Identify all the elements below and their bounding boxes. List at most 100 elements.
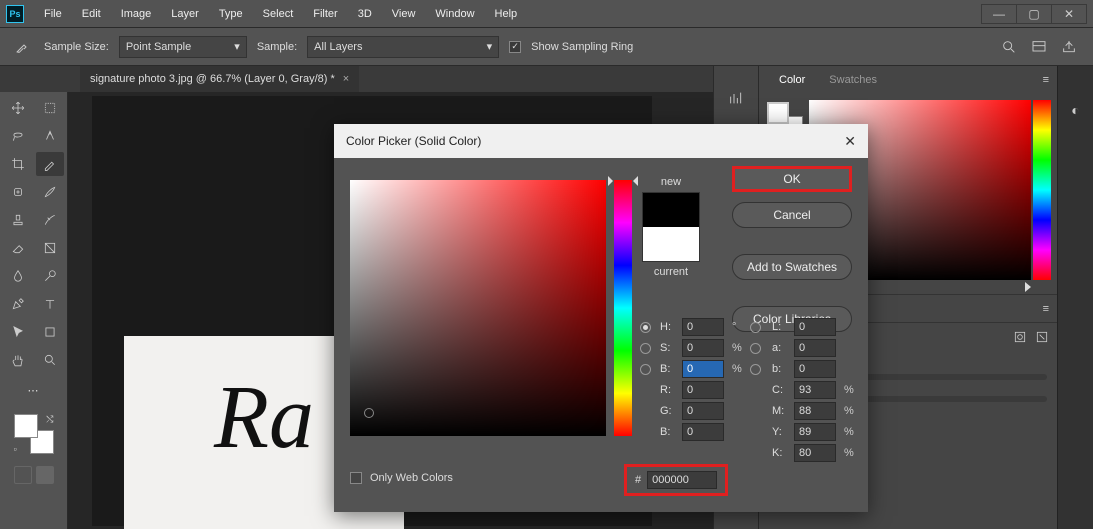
stamp-tool[interactable]	[4, 208, 32, 232]
input-labb[interactable]	[794, 360, 836, 378]
input-blue[interactable]	[682, 423, 724, 441]
panel-menu-icon[interactable]: ≡	[1043, 74, 1049, 86]
menu-filter[interactable]: Filter	[303, 8, 347, 20]
creative-cloud-icon[interactable]: ◐	[1066, 100, 1086, 120]
menu-layer[interactable]: Layer	[161, 8, 209, 20]
foreground-swatch[interactable]	[14, 414, 38, 438]
cancel-button[interactable]: Cancel	[732, 202, 852, 228]
input-c[interactable]	[794, 381, 836, 399]
window-maximize-button[interactable]: ▢	[1016, 4, 1052, 24]
radio-s[interactable]	[640, 343, 651, 354]
gradient-tool[interactable]	[36, 236, 64, 260]
menu-select[interactable]: Select	[253, 8, 304, 20]
default-colors-icon[interactable]: ▫	[14, 444, 17, 454]
menu-file[interactable]: File	[34, 8, 72, 20]
sample-size-select[interactable]: Point Sample▾	[119, 36, 247, 58]
close-tab-icon[interactable]: ×	[343, 73, 349, 85]
eyedropper-icon	[14, 39, 30, 55]
sample-select[interactable]: All Layers▾	[307, 36, 499, 58]
window-close-button[interactable]: ✕	[1051, 4, 1087, 24]
zoom-tool[interactable]	[36, 348, 64, 372]
adjustment-clip-icon[interactable]	[1035, 330, 1049, 344]
eyedropper-tool[interactable]	[36, 152, 64, 176]
brush-tool[interactable]	[36, 180, 64, 204]
input-r[interactable]	[682, 381, 724, 399]
tab-swatches[interactable]: Swatches	[817, 69, 889, 91]
dialog-title-bar[interactable]: Color Picker (Solid Color) ✕	[334, 124, 868, 158]
menu-view[interactable]: View	[382, 8, 426, 20]
input-g[interactable]	[682, 402, 724, 420]
show-ring-checkbox[interactable]: ✓	[509, 41, 521, 53]
input-l[interactable]	[794, 318, 836, 336]
radio-labb[interactable]	[750, 364, 761, 375]
edit-toolbar-button[interactable]: ⋯	[4, 378, 62, 402]
input-brightness[interactable]	[682, 360, 724, 378]
sample-label: Sample:	[257, 41, 297, 53]
ok-button[interactable]: OK	[732, 166, 852, 192]
menu-edit[interactable]: Edit	[72, 8, 111, 20]
panel-menu-icon[interactable]: ≡	[1043, 303, 1049, 315]
input-a[interactable]	[794, 339, 836, 357]
workspace-icon[interactable]	[1031, 39, 1047, 55]
dialog-close-button[interactable]: ✕	[844, 133, 856, 150]
menu-help[interactable]: Help	[485, 8, 528, 20]
window-minimize-button[interactable]: —	[981, 4, 1017, 24]
input-k[interactable]	[794, 444, 836, 462]
current-color-swatch[interactable]	[643, 227, 699, 261]
tab-color[interactable]: Color	[767, 69, 817, 91]
label-h: H:	[660, 321, 678, 333]
radio-a[interactable]	[750, 343, 761, 354]
move-tool[interactable]	[4, 96, 32, 120]
document-tab[interactable]: signature photo 3.jpg @ 66.7% (Layer 0, …	[80, 66, 359, 92]
lasso-tool[interactable]	[4, 124, 32, 148]
panel-hue-strip[interactable]	[1033, 100, 1051, 280]
hue-slider[interactable]	[614, 180, 632, 436]
pen-tool[interactable]	[4, 292, 32, 316]
input-y[interactable]	[794, 423, 836, 441]
shape-tool[interactable]	[36, 320, 64, 344]
color-swatches[interactable]: ⤭ ▫	[14, 414, 54, 454]
eraser-tool[interactable]	[4, 236, 32, 260]
input-s[interactable]	[682, 339, 724, 357]
search-icon[interactable]	[1001, 39, 1017, 55]
quick-mask-toggle[interactable]	[4, 466, 63, 484]
radio-h[interactable]	[640, 322, 651, 333]
menu-window[interactable]: Window	[425, 8, 484, 20]
unit-m: %	[844, 405, 858, 417]
hex-label: #	[635, 474, 641, 486]
marquee-tool[interactable]	[36, 96, 64, 120]
history-brush-tool[interactable]	[36, 208, 64, 232]
menu-3d[interactable]: 3D	[348, 8, 382, 20]
unit-h: °	[732, 321, 746, 333]
blur-tool[interactable]	[4, 264, 32, 288]
input-h[interactable]	[682, 318, 724, 336]
share-icon[interactable]	[1061, 39, 1077, 55]
only-web-colors-checkbox[interactable]	[350, 472, 362, 484]
histogram-icon[interactable]	[728, 90, 744, 106]
color-preview: new current	[642, 176, 700, 278]
unit-k: %	[844, 447, 858, 459]
label-blue: B:	[660, 426, 678, 438]
radio-b[interactable]	[640, 364, 651, 375]
panel-fg-swatch[interactable]	[767, 102, 789, 124]
label-r: R:	[660, 384, 678, 396]
hand-tool[interactable]	[4, 348, 32, 372]
path-select-tool[interactable]	[4, 320, 32, 344]
active-tool-icon[interactable]	[10, 35, 34, 59]
unit-y: %	[844, 426, 858, 438]
input-m[interactable]	[794, 402, 836, 420]
healing-tool[interactable]	[4, 180, 32, 204]
menu-image[interactable]: Image	[111, 8, 162, 20]
quick-select-tool[interactable]	[36, 124, 64, 148]
adjustment-preset-icon[interactable]	[1013, 330, 1027, 344]
type-tool[interactable]	[36, 292, 64, 316]
add-to-swatches-button[interactable]: Add to Swatches	[732, 254, 852, 280]
hex-input[interactable]	[647, 471, 717, 489]
dodge-tool[interactable]	[36, 264, 64, 288]
crop-tool[interactable]	[4, 152, 32, 176]
radio-l[interactable]	[750, 322, 761, 333]
swap-colors-icon[interactable]: ⤭	[46, 414, 53, 425]
color-panel-tabs: Color Swatches ≡	[759, 66, 1057, 94]
color-field[interactable]	[350, 180, 606, 436]
menu-type[interactable]: Type	[209, 8, 253, 20]
